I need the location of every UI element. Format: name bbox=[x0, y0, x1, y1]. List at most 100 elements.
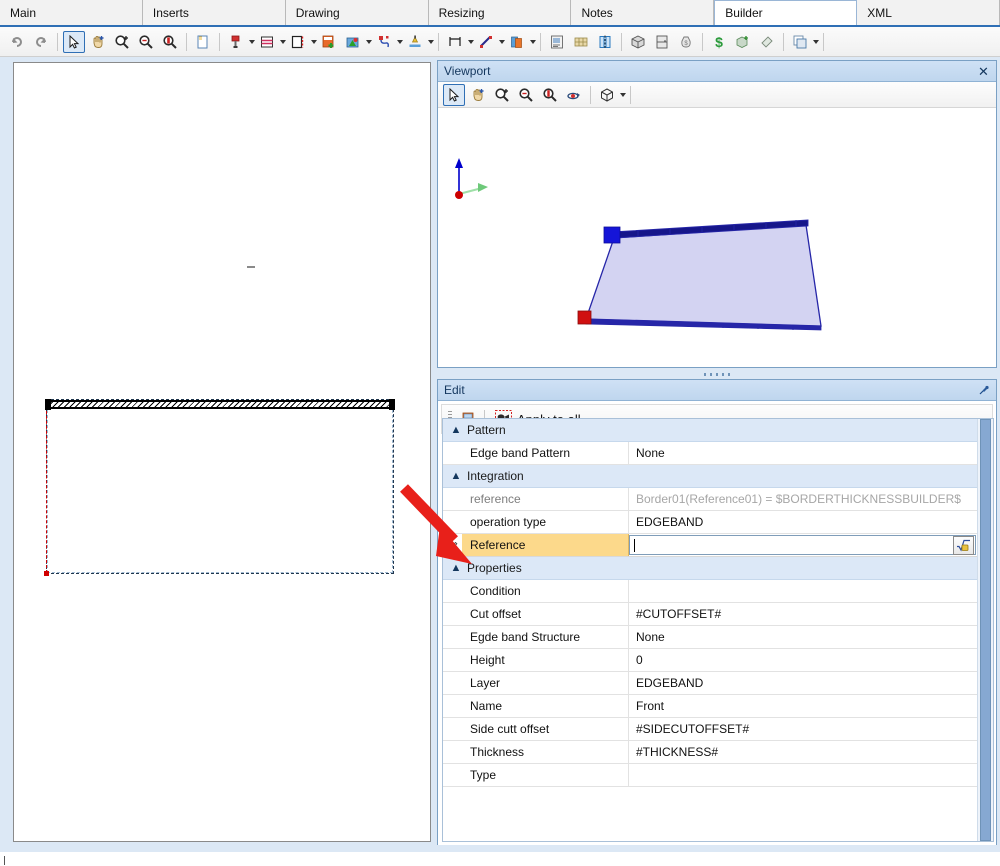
layers-dropdown-caret[interactable] bbox=[813, 39, 819, 44]
property-row-egde-band-structure[interactable]: Egde band Structure None bbox=[443, 626, 977, 649]
bevel-button[interactable] bbox=[404, 31, 426, 53]
viewport-select-button[interactable] bbox=[443, 83, 465, 106]
property-value[interactable]: Front bbox=[629, 695, 977, 717]
drill-tool-group[interactable] bbox=[224, 31, 255, 53]
zoom-out-button[interactable] bbox=[135, 31, 157, 53]
layers-tool-group[interactable] bbox=[788, 31, 819, 53]
groove-button[interactable] bbox=[256, 31, 278, 53]
select-tool-button[interactable] bbox=[63, 30, 85, 53]
property-value[interactable]: None bbox=[629, 442, 977, 464]
view-cube-dropdown-caret[interactable] bbox=[620, 92, 626, 97]
material-button[interactable] bbox=[506, 31, 528, 53]
view-cube-button[interactable] bbox=[596, 84, 618, 106]
layers-button[interactable] bbox=[789, 31, 811, 53]
viewport-pan-button[interactable] bbox=[467, 84, 489, 106]
pin-icon[interactable] bbox=[975, 382, 992, 399]
property-value[interactable]: #THICKNESS# bbox=[629, 741, 977, 763]
panel-outline-2d[interactable] bbox=[46, 399, 394, 574]
bevel-dropdown-caret[interactable] bbox=[428, 39, 434, 44]
tab-xml[interactable]: XML bbox=[857, 0, 1000, 25]
property-row-condition[interactable]: Condition bbox=[443, 580, 977, 603]
edgeband-tool-group[interactable] bbox=[286, 31, 317, 53]
pocket-button[interactable] bbox=[342, 31, 364, 53]
zoom-in-button[interactable] bbox=[111, 31, 133, 53]
property-category-pattern[interactable]: ▲ Pattern bbox=[443, 419, 977, 442]
property-row-cut-offset[interactable]: Cut offset #CUTOFFSET# bbox=[443, 603, 977, 626]
new-panel-button[interactable] bbox=[192, 31, 214, 53]
viewport-zoom-extents-button[interactable] bbox=[539, 84, 561, 106]
bevel-tool-group[interactable] bbox=[403, 31, 434, 53]
property-category-properties[interactable]: ▲ Properties bbox=[443, 557, 977, 580]
property-row-reference-editing[interactable]: Reference bbox=[443, 534, 977, 557]
contour-tool-group[interactable] bbox=[372, 31, 403, 53]
property-row-type[interactable]: Type bbox=[443, 764, 977, 787]
undo-button[interactable] bbox=[6, 31, 28, 53]
price-button[interactable]: $ bbox=[708, 31, 730, 53]
tab-main[interactable]: Main bbox=[0, 0, 143, 25]
dimension-button[interactable] bbox=[444, 31, 466, 53]
property-row-layer[interactable]: Layer EDGEBAND bbox=[443, 672, 977, 695]
tab-drawing[interactable]: Drawing bbox=[285, 0, 429, 25]
line-tool-group[interactable] bbox=[474, 31, 505, 53]
viewport-orbit-button[interactable] bbox=[563, 84, 585, 106]
tab-builder[interactable]: Builder bbox=[714, 0, 858, 25]
edgeband-strip-2d[interactable] bbox=[46, 400, 394, 409]
property-value[interactable]: 0 bbox=[629, 649, 977, 671]
property-value[interactable]: EDGEBAND bbox=[629, 511, 977, 533]
property-row-edge-band-pattern[interactable]: Edge band Pattern None bbox=[443, 442, 977, 465]
tag-button[interactable] bbox=[756, 31, 778, 53]
groove-tool-group[interactable] bbox=[255, 31, 286, 53]
cabinet-button[interactable] bbox=[651, 31, 673, 53]
property-value[interactable] bbox=[629, 580, 977, 602]
property-value[interactable]: #CUTOFFSET# bbox=[629, 603, 977, 625]
pan-tool-button[interactable] bbox=[87, 31, 109, 53]
property-value[interactable] bbox=[629, 764, 977, 786]
tab-notes[interactable]: Notes bbox=[571, 0, 715, 25]
property-row-name[interactable]: Name Front bbox=[443, 695, 977, 718]
reference-input[interactable] bbox=[629, 535, 976, 555]
viewport-zoom-out-button[interactable] bbox=[515, 84, 537, 106]
property-value[interactable]: EDGEBAND bbox=[629, 672, 977, 694]
property-grid-scrollbar[interactable] bbox=[977, 419, 993, 841]
zoom-window-button[interactable] bbox=[159, 31, 181, 53]
chevron-up-icon[interactable]: ▲ bbox=[449, 470, 463, 482]
edgeband-button[interactable] bbox=[287, 31, 309, 53]
property-row-side-cutt-offset[interactable]: Side cutt offset #SIDECUTOFFSET# bbox=[443, 718, 977, 741]
edgeband-dropdown-caret[interactable] bbox=[311, 39, 317, 44]
pocket-tool-group[interactable] bbox=[341, 31, 372, 53]
library-button[interactable] bbox=[570, 31, 592, 53]
redo-button[interactable] bbox=[30, 31, 52, 53]
tab-inserts[interactable]: Inserts bbox=[142, 0, 286, 25]
formula-editor-button[interactable] bbox=[953, 535, 974, 555]
property-row-height[interactable]: Height 0 bbox=[443, 649, 977, 672]
chevron-up-icon[interactable]: ▲ bbox=[449, 424, 463, 436]
chevron-up-icon[interactable]: ▲ bbox=[449, 562, 463, 574]
tab-resizing[interactable]: Resizing bbox=[428, 0, 572, 25]
property-row-operation-type[interactable]: operation type EDGEBAND bbox=[443, 511, 977, 534]
contour-button[interactable] bbox=[373, 31, 395, 53]
dimension-tool-group[interactable] bbox=[443, 31, 474, 53]
cost-button[interactable]: $ bbox=[675, 31, 697, 53]
material-dropdown-caret[interactable] bbox=[530, 39, 536, 44]
viewport-zoom-in-button[interactable] bbox=[491, 84, 513, 106]
export-button[interactable] bbox=[732, 31, 754, 53]
property-value[interactable]: None bbox=[629, 626, 977, 648]
material-tool-group[interactable] bbox=[505, 31, 536, 53]
close-icon[interactable]: ✕ bbox=[975, 63, 992, 80]
insert-machining-button[interactable] bbox=[318, 31, 340, 53]
viewport-3d-canvas[interactable] bbox=[438, 108, 996, 367]
panel-view-button[interactable] bbox=[594, 31, 616, 53]
properties-button[interactable] bbox=[546, 31, 568, 53]
property-value[interactable]: #SIDECUTOFFSET# bbox=[629, 718, 977, 740]
horizontal-splitter[interactable] bbox=[437, 370, 997, 379]
line-button[interactable] bbox=[475, 31, 497, 53]
property-grid[interactable]: ▲ Pattern Edge band Pattern None ▲ Integ… bbox=[442, 418, 994, 842]
drill-button[interactable] bbox=[225, 31, 247, 53]
property-row-thickness[interactable]: Thickness #THICKNESS# bbox=[443, 741, 977, 764]
property-name: Cut offset bbox=[462, 603, 629, 625]
drawing-canvas[interactable] bbox=[13, 62, 431, 842]
view-cube-group[interactable] bbox=[595, 84, 626, 106]
scrollbar-thumb[interactable] bbox=[980, 419, 991, 841]
property-category-integration[interactable]: ▲ Integration bbox=[443, 465, 977, 488]
box-3d-button[interactable] bbox=[627, 31, 649, 53]
